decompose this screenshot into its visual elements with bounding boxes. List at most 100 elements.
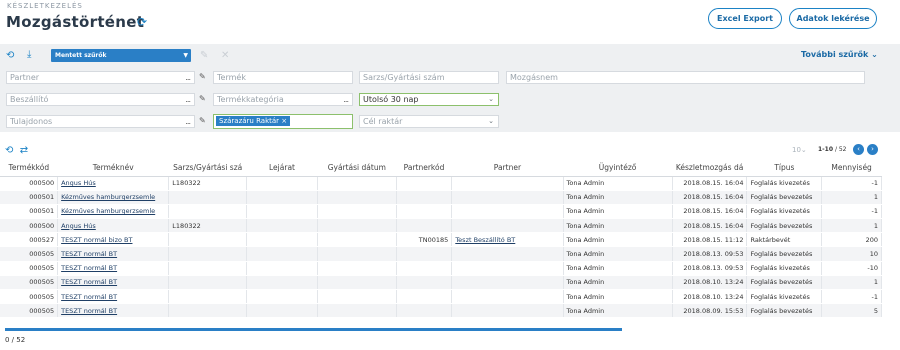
close-icon[interactable]: × <box>281 117 287 125</box>
table-row[interactable]: 000501 Kézműves hamburgerzsemle Tona Admin… <box>0 190 882 205</box>
pager-text: 1-10 / 52 <box>818 146 847 153</box>
table-cell[interactable]: Kézműves hamburgerzsemle <box>57 190 170 205</box>
column-header[interactable]: Gyártási dátum <box>317 160 397 177</box>
column-header[interactable]: Partnerkód <box>396 160 452 177</box>
mozgasnem-field[interactable]: Mozgásnem <box>506 71 865 84</box>
table-cell <box>168 275 248 291</box>
tulajdonos-field[interactable]: Tulajdonos... <box>6 115 195 128</box>
table-cell[interactable]: Kézműves hamburgerzsemle <box>57 204 170 220</box>
page-title: Mozgástörténet <box>6 13 145 31</box>
termek-field[interactable]: Termék <box>213 71 353 84</box>
mozgasnem-placeholder: Mozgásnem <box>510 73 558 82</box>
table-row[interactable]: 000505 TESZT normál BT Tona Admin 2018.08.1… <box>0 275 882 291</box>
period-select[interactable]: Utolsó 30 nap ⌄ <box>359 93 499 106</box>
table-cell[interactable]: Angus Hús <box>57 176 170 191</box>
table-row[interactable]: 000505 TESZT normál BT Tona Admin 2018.08.1… <box>0 261 882 276</box>
reset-icon[interactable]: ⟲ <box>5 145 13 156</box>
table-cell <box>246 246 318 262</box>
table-cell[interactable]: TESZT normál BT <box>57 289 170 305</box>
table-cell <box>168 190 248 205</box>
table-cell[interactable]: Teszt Beszállító BT <box>451 232 564 248</box>
chevron-down-icon: ⌄ <box>488 117 494 125</box>
fetch-data-button[interactable]: Adatok lekérése <box>789 8 877 29</box>
horizontal-scrollbar[interactable] <box>5 328 622 331</box>
ellipsis-button[interactable]: ... <box>343 94 349 105</box>
table-cell: Foglalás bevezetés <box>746 218 823 234</box>
swap-icon[interactable]: ⇄ <box>20 145 28 156</box>
beszallito-field[interactable]: Beszállító... <box>6 93 195 106</box>
table-cell: 5 <box>821 303 882 319</box>
table-cell: -1 <box>821 289 882 305</box>
edit-icon[interactable]: ✎ <box>199 116 206 125</box>
table-row[interactable]: 000500 Angus Hús L180322 Tona Admin 2018.08.… <box>0 176 882 191</box>
column-header[interactable]: Partner <box>451 160 563 177</box>
ellipsis-button[interactable]: ... <box>185 94 191 105</box>
table-cell <box>317 275 397 291</box>
table-row[interactable]: 000501 Kézműves hamburgerzsemle Tona Admin… <box>0 204 882 220</box>
table-cell: Foglalás kivezetés <box>746 289 823 305</box>
edit-icon[interactable]: ✎ <box>199 72 206 81</box>
reset-filter-icon[interactable]: ⟲ <box>6 51 14 61</box>
column-header[interactable]: Termékkód <box>0 160 58 177</box>
record-count: 0 / 52 <box>5 336 26 344</box>
more-filters-link[interactable]: További szűrők ⌄ <box>801 50 878 59</box>
prev-page-button[interactable]: ‹ <box>853 144 864 155</box>
table-cell <box>317 232 397 248</box>
table-cell: 1 <box>821 218 882 234</box>
page-size-select[interactable]: 10⌄ <box>792 146 807 154</box>
saved-filters-select[interactable]: Mentett szűrők ▼ <box>51 49 191 62</box>
warehouse-multiselect[interactable]: Szárazáru Raktár × <box>213 114 353 129</box>
ellipsis-button[interactable]: ... <box>185 72 191 83</box>
table-row[interactable]: 000500 Angus Hús L180322 Tona Admin 2018.08.… <box>0 218 882 234</box>
column-header[interactable]: Sarzs/Gyártási szá <box>168 160 247 177</box>
refresh-icon[interactable]: ⟳ <box>137 16 149 28</box>
table-row[interactable]: 000505 TESZT normál BT Tona Admin 2018.08.0… <box>0 303 882 319</box>
column-header[interactable]: Terméknév <box>57 160 169 177</box>
table-row[interactable]: 000505 TESZT normál BT Tona Admin 2018.08.1… <box>0 289 882 305</box>
table-row[interactable]: 000505 TESZT normál BT Tona Admin 2018.08.1… <box>0 246 882 262</box>
table-tools: ⟲ ⇄ <box>5 145 28 156</box>
table-cell[interactable]: TESZT normál BT <box>57 275 170 291</box>
pencil-icon[interactable]: ✎ <box>200 51 208 61</box>
table-cell: Tona Admin <box>563 204 673 220</box>
table-cell: 000500 <box>0 176 59 191</box>
column-header[interactable]: Mennyiség <box>821 160 882 177</box>
excel-export-button[interactable]: Excel Export <box>708 8 782 29</box>
table-cell <box>396 246 453 262</box>
table-cell: -1 <box>821 176 882 191</box>
table-cell <box>396 289 453 305</box>
termekkategoria-field[interactable]: Termékkategória... <box>213 93 353 106</box>
table-cell[interactable]: TESZT normál BT <box>57 303 170 319</box>
table-cell: 000500 <box>0 218 59 234</box>
column-header[interactable]: Ügyintéző <box>563 160 673 177</box>
table-cell: Foglalás bevezetés <box>746 190 823 205</box>
column-header[interactable]: Lejárat <box>246 160 318 177</box>
table-cell: 2018.08.13. 09:53 <box>672 246 748 262</box>
table-cell: Tona Admin <box>563 176 673 191</box>
cel-raktar-select[interactable]: Cél raktár ⌄ <box>359 115 499 128</box>
download-icon[interactable]: ⤓ <box>27 50 31 60</box>
warehouse-tag[interactable]: Szárazáru Raktár × <box>216 116 291 126</box>
close-icon[interactable]: ✕ <box>221 51 229 61</box>
table-cell: L180322 <box>168 176 248 191</box>
table-cell <box>396 204 453 220</box>
ellipsis-button[interactable]: ... <box>185 116 191 127</box>
edit-icon[interactable]: ✎ <box>199 94 206 103</box>
next-page-button[interactable]: › <box>867 144 878 155</box>
table-cell[interactable]: TESZT normál BT <box>57 246 170 262</box>
column-header[interactable]: Típus <box>746 160 822 177</box>
table-cell: 000501 <box>0 190 59 205</box>
table-cell <box>246 232 318 248</box>
table-cell: 200 <box>821 232 882 248</box>
table-row[interactable]: 000527 TESZT normál bizo BT TN00185 Teszt B… <box>0 232 882 248</box>
column-header[interactable]: Készletmozgás dá <box>672 160 747 177</box>
table-cell[interactable]: TESZT normál bizo BT <box>57 232 170 248</box>
table-cell: TN00185 <box>396 232 453 248</box>
table-cell[interactable]: Angus Hús <box>57 218 170 234</box>
partner-field[interactable]: Partner... <box>6 71 195 84</box>
sarzs-field[interactable]: Sarzs/Gyártási szám <box>359 71 499 84</box>
table-cell: 000505 <box>0 303 59 319</box>
table-cell <box>317 246 397 262</box>
table-cell <box>317 261 397 276</box>
table-cell[interactable]: TESZT normál BT <box>57 261 170 276</box>
